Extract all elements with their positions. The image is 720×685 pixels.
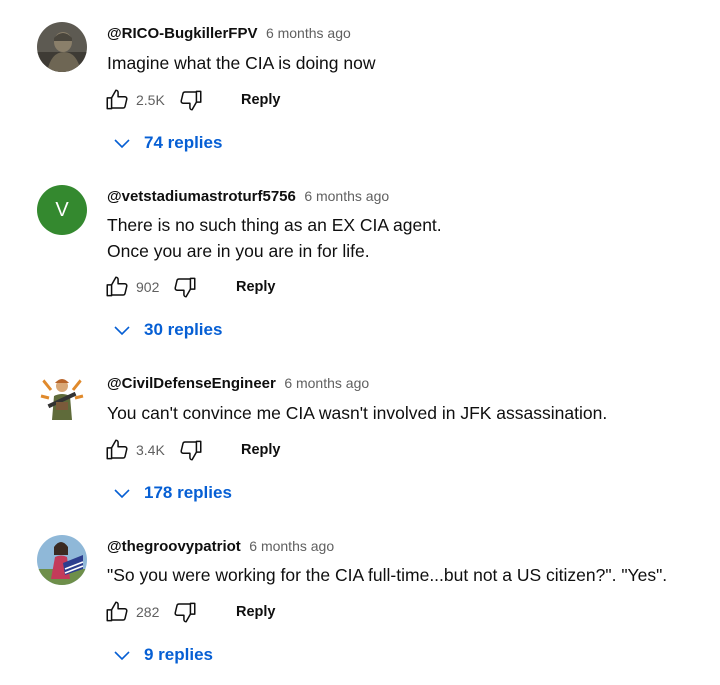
comment-author[interactable]: @thegroovypatriot: [107, 538, 241, 555]
thumbs-down-icon[interactable]: [172, 274, 198, 300]
view-replies-button[interactable]: 178 replies: [112, 481, 232, 505]
view-replies-button[interactable]: 30 replies: [112, 318, 222, 342]
view-replies-button[interactable]: 74 replies: [112, 131, 222, 155]
thumbs-up-icon[interactable]: [104, 87, 130, 113]
comment-author[interactable]: @vetstadiumastroturf5756: [107, 188, 296, 205]
reply-button[interactable]: Reply: [236, 279, 276, 295]
avatar[interactable]: [37, 22, 87, 72]
like-count: 282: [136, 604, 160, 620]
view-replies-button[interactable]: 9 replies: [112, 643, 213, 667]
thumbs-down-icon[interactable]: [178, 87, 204, 113]
chevron-down-icon: [114, 651, 130, 661]
thumbs-down-icon[interactable]: [178, 437, 204, 463]
chevron-down-icon: [114, 139, 130, 149]
comment-text: You can't convince me CIA wasn't involve…: [107, 403, 608, 423]
comment-text-line: There is no such thing as an EX CIA agen…: [107, 215, 442, 235]
chevron-down-icon: [114, 489, 130, 499]
reply-button[interactable]: Reply: [241, 442, 281, 458]
thumbs-up-icon[interactable]: [104, 599, 130, 625]
like-count: 902: [136, 279, 160, 295]
comment-text: "So you were working for the CIA full-ti…: [107, 565, 668, 585]
reply-button[interactable]: Reply: [241, 92, 281, 108]
comment-timestamp[interactable]: 6 months ago: [284, 375, 369, 391]
comment-author[interactable]: @RICO-BugkillerFPV: [107, 25, 257, 42]
comment-timestamp[interactable]: 6 months ago: [266, 25, 351, 41]
like-count: 2.5K: [136, 92, 165, 108]
avatar[interactable]: [37, 535, 87, 585]
woman-flag-photo-icon: [37, 535, 87, 585]
avatar[interactable]: [37, 372, 87, 422]
comment-text: Imagine what the CIA is doing now: [107, 53, 376, 73]
thumbs-down-icon[interactable]: [172, 599, 198, 625]
cartoon-soldier-icon: [37, 372, 87, 422]
replies-count-label: 178 replies: [144, 483, 232, 502]
replies-count-label: 9 replies: [144, 645, 213, 664]
avatar-letter: V: [55, 198, 69, 221]
replies-count-label: 74 replies: [144, 133, 223, 152]
comment-timestamp[interactable]: 6 months ago: [304, 188, 389, 204]
reply-button[interactable]: Reply: [236, 604, 276, 620]
soldier-photo-icon: [37, 22, 87, 72]
chevron-down-icon: [114, 326, 130, 336]
thumbs-up-icon[interactable]: [104, 437, 130, 463]
comment-timestamp[interactable]: 6 months ago: [249, 538, 334, 554]
replies-count-label: 30 replies: [144, 320, 223, 339]
comment-author[interactable]: @CivilDefenseEngineer: [107, 375, 276, 392]
comment-text-line: Once you are in you are in for life.: [107, 241, 370, 261]
like-count: 3.4K: [136, 442, 165, 458]
avatar[interactable]: V: [37, 185, 87, 235]
thumbs-up-icon[interactable]: [104, 274, 130, 300]
